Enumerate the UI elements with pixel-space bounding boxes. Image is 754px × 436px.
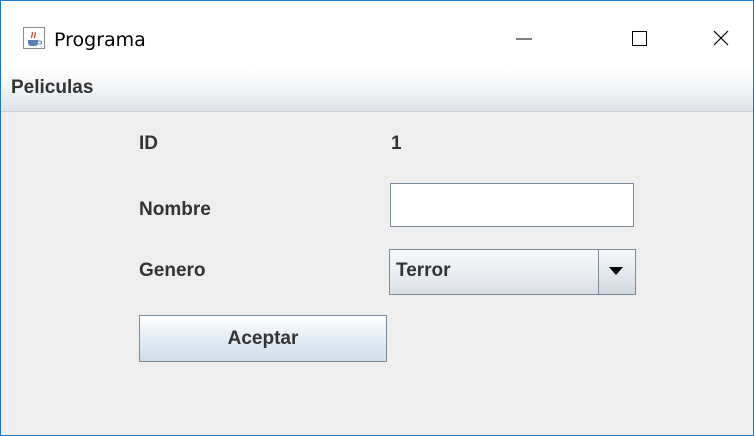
genero-selected-value: Terror: [396, 260, 451, 281]
maximize-icon: [632, 31, 647, 46]
close-icon: [713, 30, 729, 46]
genero-dropdown-button[interactable]: [598, 250, 635, 294]
menu-bar: [1, 67, 753, 112]
close-button[interactable]: [699, 19, 745, 59]
genero-label: Genero: [139, 260, 206, 281]
genero-select[interactable]: Terror: [389, 249, 636, 295]
id-label: ID: [139, 133, 158, 154]
form-panel: [1, 112, 753, 435]
title-bar[interactable]: Programa: [1, 1, 753, 67]
window-title: Programa: [54, 29, 146, 51]
chevron-down-icon: [609, 267, 623, 275]
app-window: Programa Peliculas ID 1 Nombre Genero Te…: [0, 0, 754, 436]
aceptar-button[interactable]: Aceptar: [139, 315, 387, 362]
java-cup-icon: [23, 27, 45, 49]
maximize-button[interactable]: [619, 19, 665, 59]
minimize-icon: [516, 38, 532, 40]
id-value: 1: [391, 133, 402, 154]
nombre-input[interactable]: [390, 183, 634, 227]
menu-peliculas[interactable]: Peliculas: [7, 76, 97, 100]
minimize-button[interactable]: [505, 19, 551, 59]
nombre-label: Nombre: [139, 199, 211, 220]
